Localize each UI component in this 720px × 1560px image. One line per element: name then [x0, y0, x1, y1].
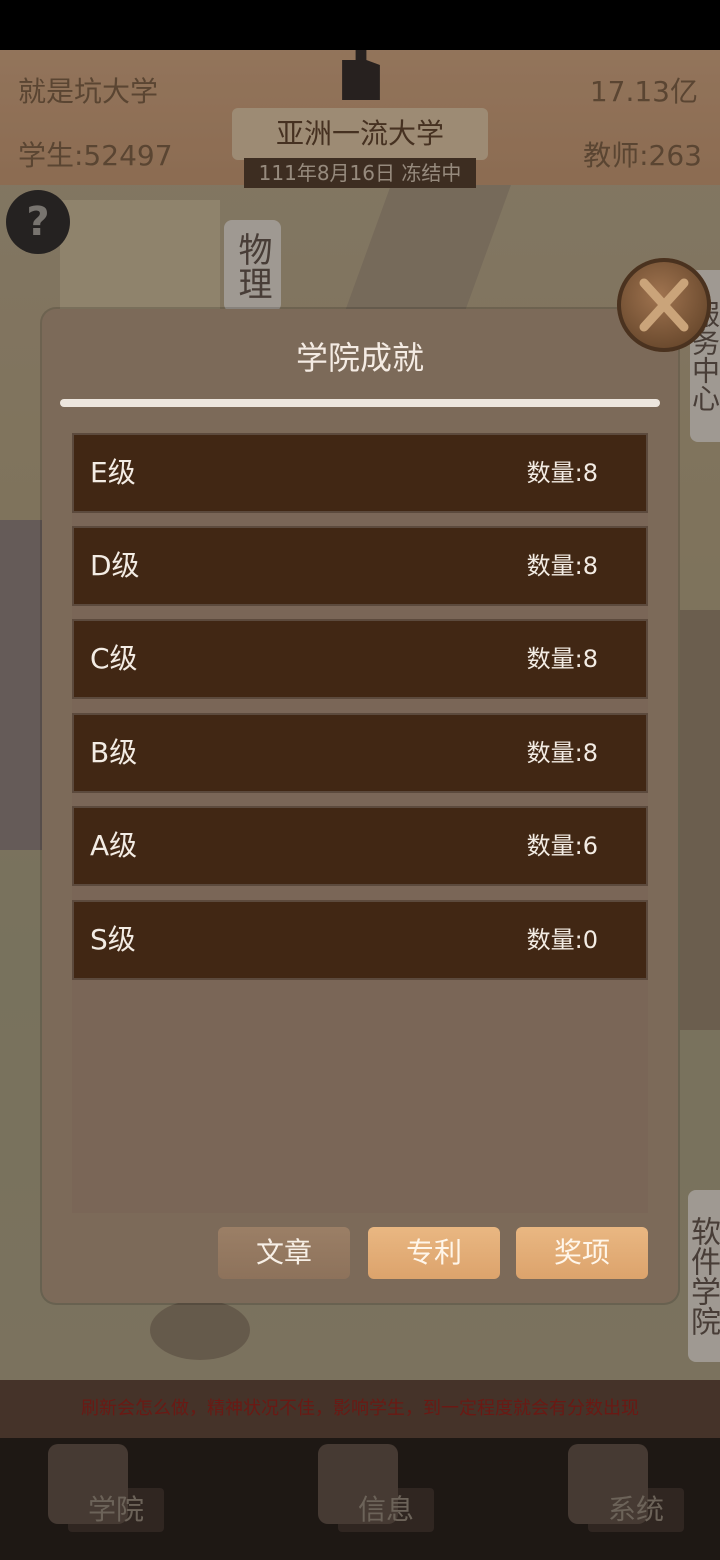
achievement-row: E级 数量:8: [72, 433, 648, 513]
grade-label: B级: [90, 736, 138, 769]
tab-award[interactable]: 奖项: [516, 1227, 648, 1279]
achievement-dialog: 学院成就 E级 数量:8 D级 数量:8 C级 数量:8 B级 数量:8 A级 …: [42, 309, 678, 1303]
achievement-row: C级 数量:8: [72, 619, 648, 699]
grade-count: 数量:8: [526, 739, 598, 767]
grade-label: E级: [90, 456, 136, 489]
achievement-row: A级 数量:6: [72, 806, 648, 886]
achievement-list: E级 数量:8 D级 数量:8 C级 数量:8 B级 数量:8 A级 数量:6 …: [72, 433, 648, 1213]
grade-count: 数量:8: [526, 645, 598, 673]
grade-count: 数量:0: [526, 926, 598, 954]
tab-patent[interactable]: 专利: [368, 1227, 500, 1279]
grade-label: A级: [90, 829, 138, 862]
grade-label: C级: [90, 642, 138, 675]
tab-article[interactable]: 文章: [218, 1227, 350, 1279]
title-divider: [60, 399, 660, 407]
grade-count: 数量:8: [526, 459, 598, 487]
grade-count: 数量:8: [526, 552, 598, 580]
grade-count: 数量:6: [526, 832, 598, 860]
dialog-title: 学院成就: [295, 339, 424, 377]
achievement-row: D级 数量:8: [72, 526, 648, 606]
achievement-row: S级 数量:0: [72, 900, 648, 980]
achievement-row: B级 数量:8: [72, 713, 648, 793]
grade-label: D级: [90, 549, 140, 582]
close-icon: [639, 278, 689, 332]
close-button[interactable]: [617, 258, 711, 352]
grade-label: S级: [90, 923, 136, 956]
